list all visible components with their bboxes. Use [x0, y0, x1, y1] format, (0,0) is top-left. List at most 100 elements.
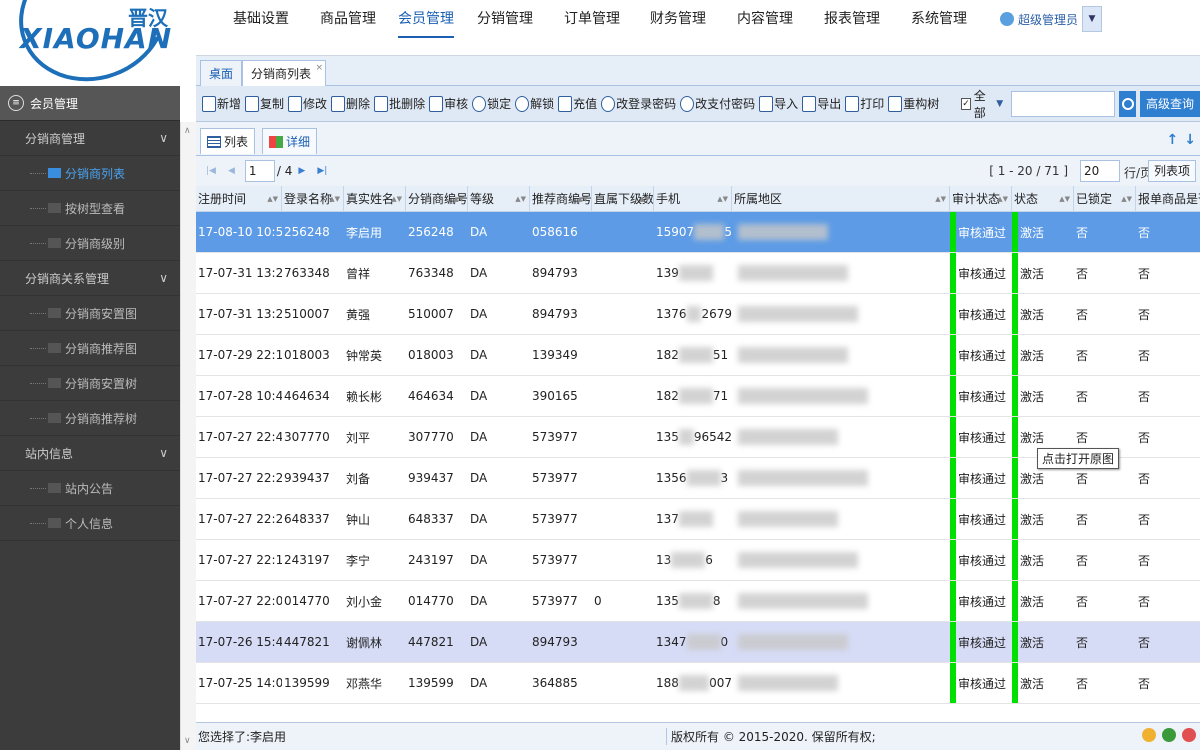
power-icon[interactable] [1182, 728, 1196, 742]
nav-reports[interactable]: 报表管理 [824, 8, 880, 28]
sort-icon[interactable]: ▲▼ [997, 195, 1008, 203]
first-page-icon[interactable]: |◀ [206, 166, 216, 176]
change-pay-password-button[interactable]: 改支付密码 [680, 95, 755, 112]
chevron-down-icon[interactable]: ▼ [1082, 6, 1103, 32]
column-header[interactable]: 已锁定 ▲▼ [1074, 186, 1136, 211]
chevron-up-icon[interactable]: ∧ [184, 126, 191, 136]
tab-distributor-list[interactable]: 分销商列表 × [242, 60, 327, 86]
recharge-button[interactable]: 充值 [558, 95, 597, 112]
chevron-down-icon[interactable]: ▼ [996, 99, 1003, 109]
edit-button[interactable]: 修改 [288, 95, 327, 112]
table-row[interactable]: 17-07-27 22:00 014770 刘小金 014770 DA 573977 0 13… [196, 581, 1200, 622]
sidebar-scrollbar[interactable]: ∧ ∨ [180, 122, 196, 750]
table-row[interactable]: 17-07-27 22:21 648337 钟山 648337 DA 573977 137 审… [196, 499, 1200, 540]
table-row[interactable]: 17-07-31 13:22 763348 曾祥 763348 DA 894793 139 审… [196, 253, 1200, 294]
table-row[interactable]: 17-07-26 15:49 447821 谢佩林 447821 DA 894793 134… [196, 622, 1200, 663]
sidebar-item-tree-view[interactable]: 按树型查看 [0, 191, 180, 226]
search-button[interactable] [1119, 90, 1136, 117]
refresh-icon[interactable] [1162, 728, 1176, 742]
sidebar-item-distributor-list[interactable]: 分销商列表 [0, 156, 180, 191]
sort-icon[interactable]: ▲▼ [267, 195, 278, 203]
column-header[interactable]: 审计状态 ▲▼ [950, 186, 1012, 211]
table-row[interactable]: 17-07-25 14:08 139599 邓燕华 139599 DA 364885 188… [196, 663, 1200, 704]
column-header[interactable]: 分销商编号 ▲▼ [406, 186, 468, 211]
delete-button[interactable]: 删除 [331, 95, 370, 112]
settings-icon[interactable] [1142, 728, 1156, 742]
lock-button[interactable]: 锁定 [472, 95, 511, 112]
sidebar-item-announcement[interactable]: 站内公告 [0, 471, 180, 506]
table-row[interactable]: 17-08-10 10:52 256248 李启用 256248 DA 058616 159… [196, 212, 1200, 253]
sort-icon[interactable]: ▲▼ [1059, 195, 1070, 203]
tab-desktop[interactable]: 桌面 [200, 60, 243, 86]
user-menu[interactable]: 超级管理员 ▼ [1000, 6, 1103, 32]
last-page-icon[interactable]: ▶| [317, 166, 327, 176]
sort-icon[interactable]: ▲▼ [577, 195, 588, 203]
close-icon[interactable]: × [315, 63, 323, 73]
sidebar-item-level[interactable]: 分销商级别 [0, 226, 180, 261]
sidebar-item-referral-chart[interactable]: 分销商推荐图 [0, 331, 180, 366]
column-header[interactable]: 所属地区 ▲▼ [732, 186, 950, 211]
sidebar-item-referral-tree[interactable]: 分销商推荐树 [0, 401, 180, 436]
chevron-down-icon[interactable]: ∨ [184, 736, 191, 746]
nav-finance[interactable]: 财务管理 [650, 8, 706, 28]
column-header[interactable]: 登录名称 ▲▼ [282, 186, 344, 211]
import-button[interactable]: 导入 [759, 95, 798, 112]
nav-system[interactable]: 系统管理 [911, 8, 967, 28]
page-size-select[interactable]: 20 [1080, 160, 1120, 182]
sidebar-item-personal-info[interactable]: 个人信息 [0, 506, 180, 541]
sidebar-group-relations[interactable]: 分销商关系管理 ∨ [0, 261, 180, 296]
tab-detail[interactable]: 详细 [262, 128, 318, 154]
column-header[interactable]: 报单商品是否▲▼ [1136, 186, 1200, 211]
print-button[interactable]: 打印 [845, 95, 884, 112]
nav-distribution[interactable]: 分销管理 [477, 8, 533, 28]
sort-icon[interactable]: ▲▼ [391, 195, 402, 203]
nav-orders[interactable]: 订单管理 [564, 8, 620, 28]
column-header[interactable]: 直属下级数 ▲▼ [592, 186, 654, 211]
sidebar-group-distributor[interactable]: 分销商管理 ∨ [0, 121, 180, 156]
nav-members[interactable]: 会员管理 [398, 8, 454, 38]
status-text: 激活 [1020, 471, 1045, 486]
checkbox-icon[interactable]: ✓ [961, 97, 971, 110]
column-header[interactable]: 推荐商编号 ▲▼ [530, 186, 592, 211]
sidebar-item-placement-chart[interactable]: 分销商安置图 [0, 296, 180, 331]
advanced-search-button[interactable]: 高级查询 [1139, 90, 1200, 117]
sort-icon[interactable]: ▲▼ [935, 195, 946, 203]
nav-basic[interactable]: 基础设置 [233, 8, 289, 28]
column-header[interactable]: 注册时间 ▲▼ [196, 186, 282, 211]
audit-button[interactable]: 审核 [429, 95, 468, 112]
prev-page-icon[interactable]: ◀ [228, 166, 235, 176]
add-button[interactable]: 新增 [202, 95, 241, 112]
nav-goods[interactable]: 商品管理 [320, 8, 376, 28]
sort-icon[interactable]: ▲▼ [639, 195, 650, 203]
tab-list[interactable]: 列表 [200, 128, 256, 154]
column-header[interactable]: 等级 ▲▼ [468, 186, 530, 211]
rebuild-tree-button[interactable]: 重构树 [888, 95, 939, 112]
unlock-button[interactable]: 解锁 [515, 95, 554, 112]
sidebar-group-messages[interactable]: 站内信息 ∨ [0, 436, 180, 471]
sort-icon[interactable]: ▲▼ [717, 195, 728, 203]
column-header[interactable]: 手机 ▲▼ [654, 186, 732, 211]
sort-icon[interactable]: ▲▼ [1121, 195, 1132, 203]
table-row[interactable]: 17-07-27 22:17 243197 李宁 243197 DA 573977 13 6 审… [196, 540, 1200, 581]
arrow-up-icon[interactable]: ↑ [1167, 132, 1179, 148]
column-header[interactable]: 状态 ▲▼ [1012, 186, 1074, 211]
change-login-password-button[interactable]: 改登录密码 [601, 95, 676, 112]
table-row[interactable]: 17-07-28 10:47 464634 赖长彬 464634 DA 390165 182… [196, 376, 1200, 417]
scope-select[interactable]: ✓ 全部 ▼ [961, 87, 1003, 121]
columns-button[interactable]: 列表项 [1147, 160, 1196, 182]
sort-icon[interactable]: ▲▼ [515, 195, 526, 203]
table-row[interactable]: 17-07-31 13:20 510007 黄强 510007 DA 894793 1376… [196, 294, 1200, 335]
copy-button[interactable]: 复制 [245, 95, 284, 112]
page-input[interactable]: 1 [244, 160, 275, 182]
nav-content[interactable]: 内容管理 [737, 8, 793, 28]
export-button[interactable]: 导出 [802, 95, 841, 112]
sort-icon[interactable]: ▲▼ [329, 195, 340, 203]
search-input[interactable] [1011, 90, 1116, 117]
arrow-down-icon[interactable]: ↓ [1184, 132, 1196, 148]
sort-icon[interactable]: ▲▼ [453, 195, 464, 203]
batch-delete-button[interactable]: 批删除 [374, 95, 425, 112]
next-page-icon[interactable]: ▶ [298, 166, 305, 176]
column-header[interactable]: 真实姓名 ▲▼ [344, 186, 406, 211]
table-row[interactable]: 17-07-29 22:11 018003 钟常英 018003 DA 139349 182… [196, 335, 1200, 376]
sidebar-item-placement-tree[interactable]: 分销商安置树 [0, 366, 180, 401]
